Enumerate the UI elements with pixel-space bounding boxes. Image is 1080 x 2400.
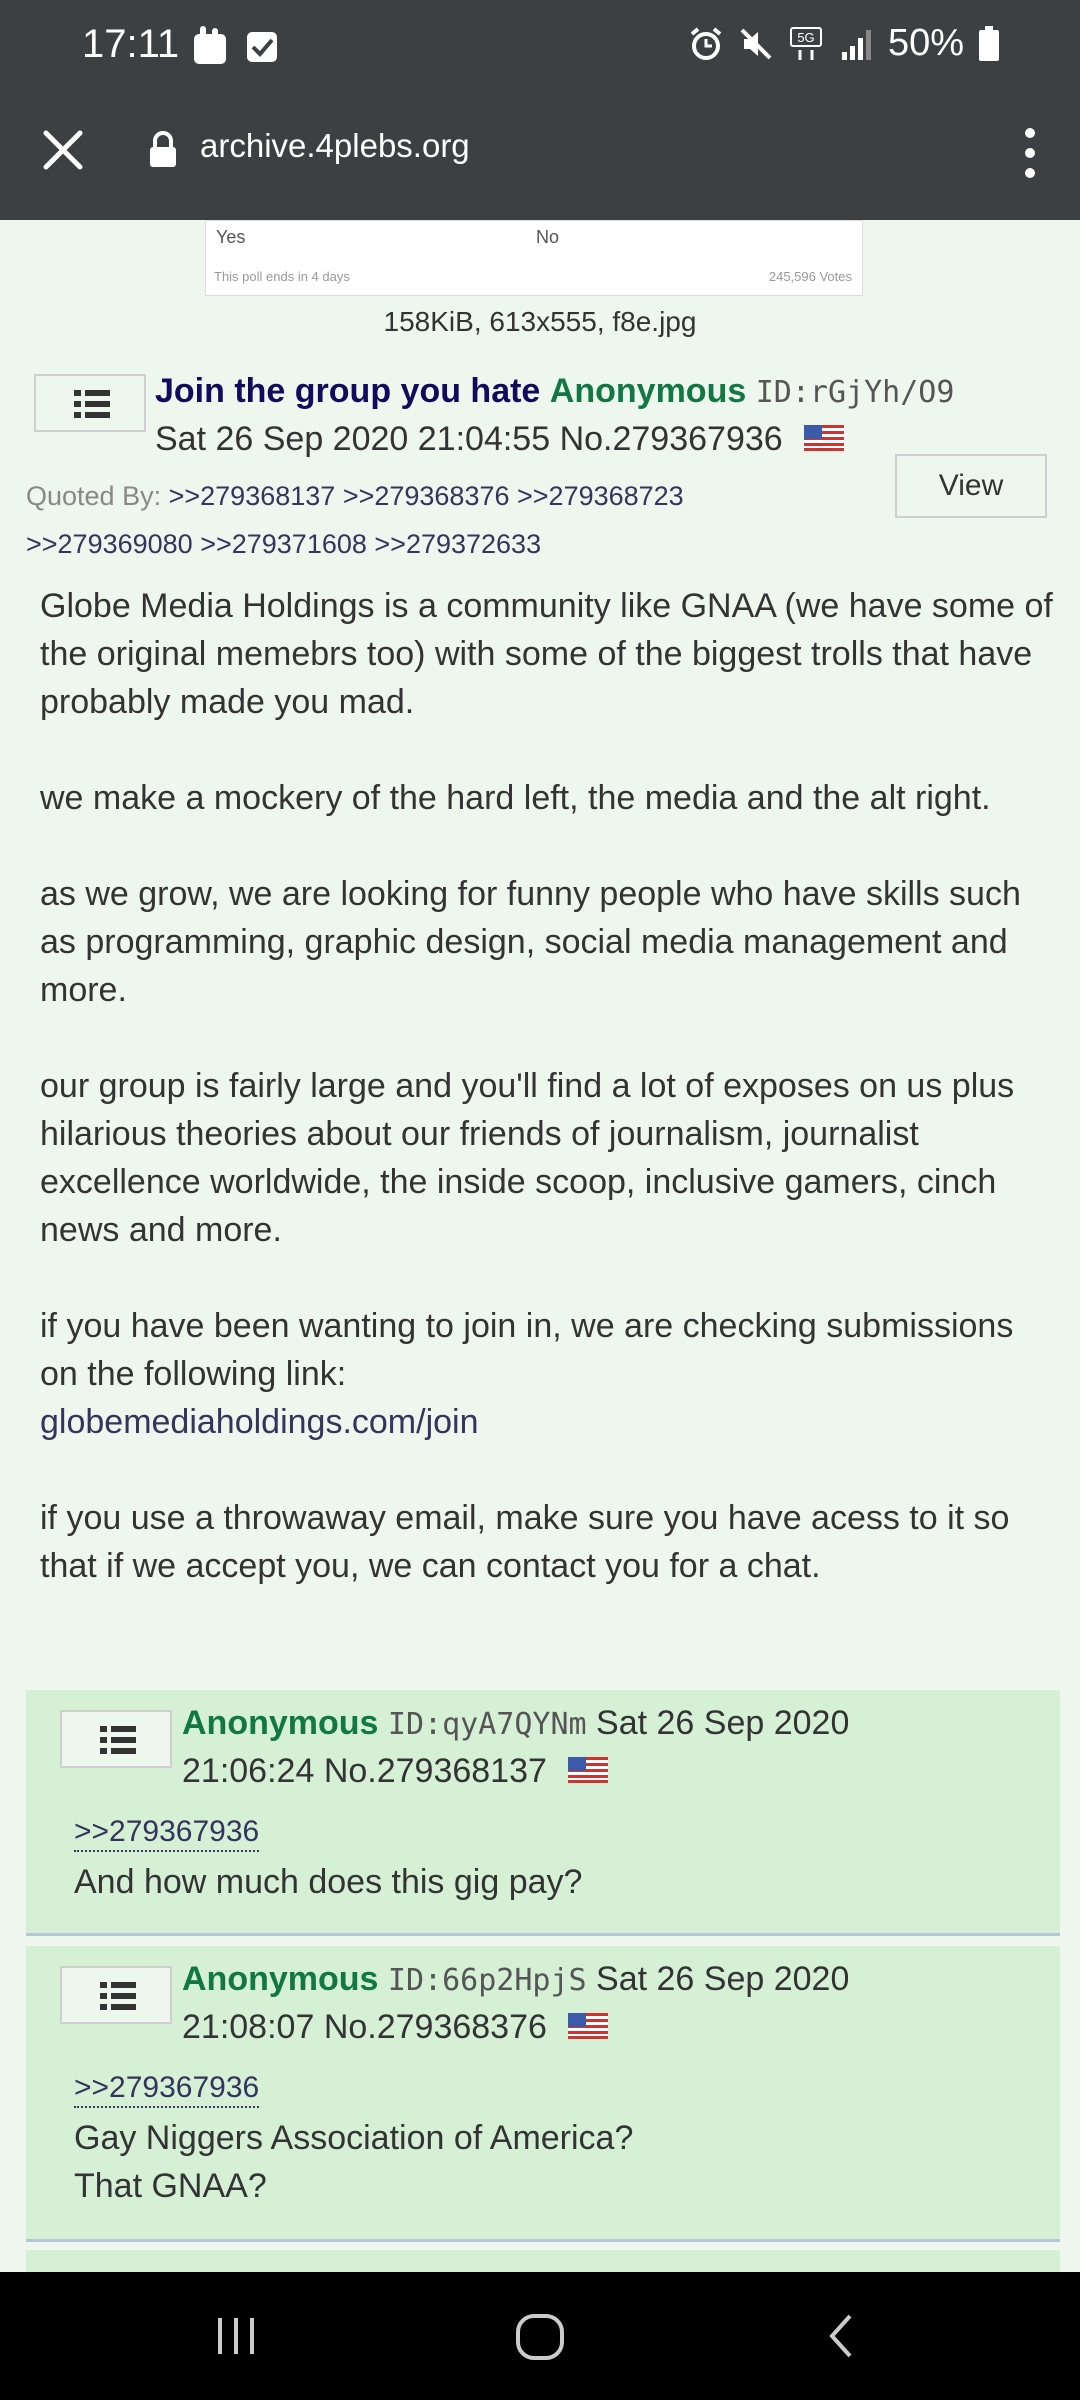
signal-icon — [841, 29, 871, 60]
op-paragraph: as we grow, we are looking for funny peo… — [40, 875, 1021, 1009]
reply-post: Anonymous ID:66p2HpjS Sat 26 Sep 2020 21… — [26, 1946, 1060, 2242]
us-flag-icon — [568, 1757, 609, 1784]
url-text[interactable]: archive.4plebs.org — [200, 127, 470, 165]
post-time: 21:08:07 — [182, 2008, 315, 2046]
browser-url-bar: archive.4plebs.org — [0, 95, 1080, 220]
svg-text:5G: 5G — [797, 30, 814, 45]
backlink[interactable]: >>279368723 — [517, 481, 684, 511]
backlink[interactable]: >>279368137 — [169, 481, 336, 511]
battery-icon — [979, 25, 999, 61]
list-icon — [100, 1982, 136, 2010]
reply-text-line: Gay Niggers Association of America? — [74, 2119, 634, 2157]
op-paragraph: if you have been wanting to join in, we … — [40, 1307, 1014, 1393]
backlink[interactable]: >>279372633 — [374, 529, 541, 559]
quoted-by: Quoted By: >>279368137 >>279368376 >>279… — [26, 472, 856, 568]
us-flag-icon — [568, 2013, 609, 2040]
list-icon — [100, 1726, 136, 1754]
poster-id[interactable]: ID:qyA7QYNm — [388, 1707, 587, 1742]
op-paragraph: Globe Media Holdings is a community like… — [40, 587, 1053, 721]
backlink[interactable]: >>279369080 — [26, 529, 193, 559]
poster-id[interactable]: ID:66p2HpjS — [388, 1963, 587, 1998]
more-vert-icon[interactable] — [1020, 123, 1040, 183]
poster-name: Anonymous — [182, 1960, 379, 1998]
post-time: 21:06:24 — [182, 1752, 315, 1790]
status-right-group: 5G 50% — [688, 22, 1000, 65]
5g-icon: 5G — [789, 26, 822, 60]
post-number[interactable]: No.279367936 — [560, 420, 783, 458]
mute-icon — [740, 28, 772, 59]
post-number[interactable]: No.279368376 — [324, 2008, 547, 2046]
quoted-by-label: Quoted By: — [26, 481, 162, 511]
post-date: Sat 26 Sep 2020 — [596, 1704, 850, 1742]
lock-icon — [150, 131, 176, 167]
reply-header-line1: Anonymous ID:qyA7QYNm Sat 26 Sep 2020 — [182, 1704, 849, 1743]
op-header-line1: Join the group you hate Anonymous ID:rGj… — [155, 372, 954, 411]
reply-text-line: That GNAA? — [74, 2167, 267, 2205]
poll-option-no: No — [536, 227, 560, 247]
status-bar: 17:11 5G 50% — [0, 0, 1080, 95]
reply-message: And how much does this gig pay? — [74, 1858, 582, 1906]
op-paragraph: our group is fairly large and you'll fin… — [40, 1067, 1015, 1249]
poll-footer-left: This poll ends in 4 days — [214, 269, 350, 284]
quote-link[interactable]: >>279367936 — [74, 1814, 260, 1852]
slack-notification-icon — [194, 26, 226, 64]
op-header-line2: Sat 26 Sep 2020 21:04:55 No.279367936 — [155, 420, 845, 459]
reply-post: Anonymous ID:qyA7QYNm Sat 26 Sep 2020 21… — [26, 1690, 1060, 1936]
back-icon[interactable] — [822, 2312, 862, 2360]
post-subject: Join the group you hate — [155, 372, 541, 410]
post-date: Sat 26 Sep 2020 21:04:55 — [155, 420, 551, 458]
reply-header-line2: 21:08:07 No.279368376 — [182, 2008, 609, 2047]
op-paragraph: if you use a throwaway email, make sure … — [40, 1499, 1010, 1585]
system-nav-bar — [0, 2272, 1080, 2400]
battery-percent: 50% — [887, 22, 964, 64]
backlink[interactable]: >>279368376 — [343, 481, 510, 511]
close-icon[interactable] — [40, 127, 86, 173]
post-date: Sat 26 Sep 2020 — [596, 1960, 850, 1998]
reply-post-partial — [26, 2250, 1060, 2272]
poll-footer-right: 245,596 Votes — [768, 269, 852, 284]
checkbox-notification-icon — [247, 32, 277, 62]
reply-message: Gay Niggers Association of America? That… — [74, 2114, 633, 2210]
backlink[interactable]: >>279371608 — [200, 529, 367, 559]
alarm-icon — [690, 26, 722, 60]
poster-name: Anonymous — [182, 1704, 379, 1742]
post-menu-button[interactable] — [60, 1966, 172, 2024]
post-menu-button[interactable] — [60, 1710, 172, 1768]
thread-content: Yes No This poll ends in 4 days 245,596 … — [0, 220, 1080, 2272]
list-icon — [74, 390, 110, 418]
external-link[interactable]: globemediaholdings.com/join — [40, 1403, 479, 1441]
poster-name: Anonymous — [549, 372, 747, 410]
file-info: 158KiB, 613x555, f8e.jpg — [383, 306, 697, 337]
post-number[interactable]: No.279368137 — [324, 1752, 547, 1790]
op-paragraph: we make a mockery of the hard left, the … — [40, 779, 991, 817]
reply-text-line: And how much does this gig pay? — [74, 1863, 583, 1901]
poster-id[interactable]: ID:rGjYh/O9 — [756, 375, 955, 410]
post-image-thumbnail[interactable]: Yes No This poll ends in 4 days 245,596 … — [205, 220, 863, 296]
poll-option-yes: Yes — [216, 227, 246, 247]
home-icon[interactable] — [514, 2312, 566, 2364]
reply-header-line2: 21:06:24 No.279368137 — [182, 1752, 609, 1791]
op-message-body: Globe Media Holdings is a community like… — [40, 582, 1060, 1638]
us-flag-icon — [804, 425, 845, 452]
post-menu-button[interactable] — [34, 374, 146, 432]
view-button[interactable]: View — [895, 454, 1047, 518]
quote-link[interactable]: >>279367936 — [74, 2070, 260, 2108]
status-time: 17:11 — [82, 22, 180, 66]
recent-apps-icon[interactable] — [212, 2312, 260, 2360]
reply-header-line1: Anonymous ID:66p2HpjS Sat 26 Sep 2020 — [182, 1960, 849, 1999]
